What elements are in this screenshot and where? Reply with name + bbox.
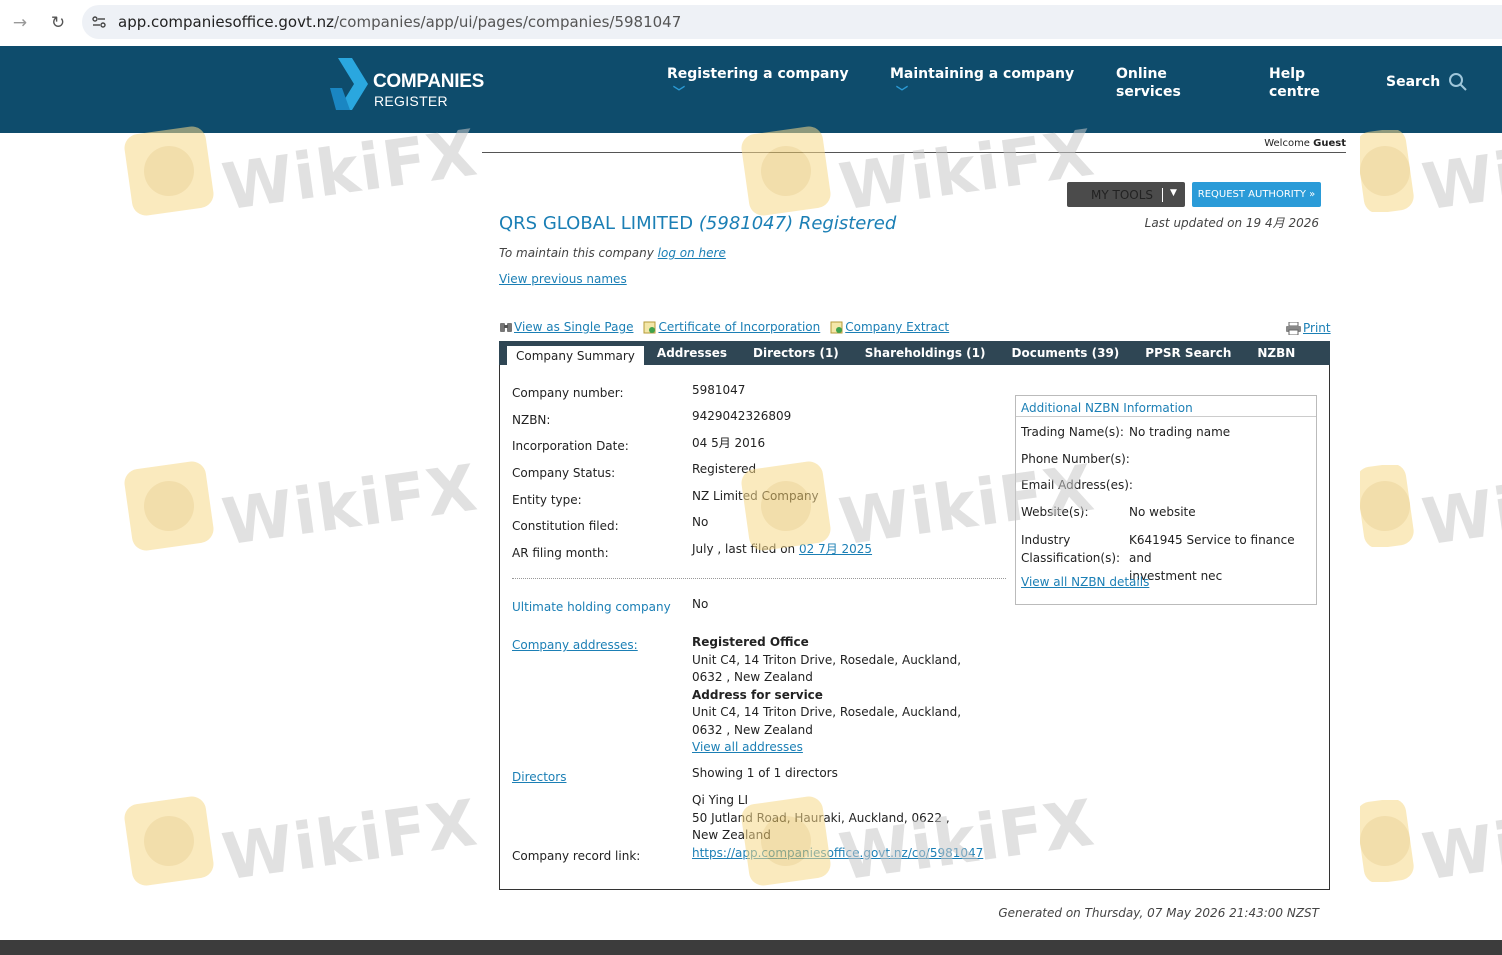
field-label: AR filing month: (512, 546, 609, 560)
wikifx-logo-icon (1360, 130, 1416, 212)
back-arrow-icon[interactable]: → (10, 13, 30, 33)
website-label: Website(s): (1021, 505, 1089, 519)
reload-icon[interactable]: ↻ (48, 13, 68, 33)
menu-online-services[interactable]: Online services (1116, 65, 1181, 101)
wikifx-logo-icon (122, 459, 216, 553)
wikifx-logo-icon (1360, 800, 1416, 882)
wikifx-logo-icon (122, 794, 216, 888)
directors-link[interactable]: Directors (512, 770, 566, 784)
tab-directors[interactable]: Directors (1) (740, 341, 852, 365)
tab-addresses[interactable]: Addresses (644, 341, 740, 365)
nzbn-value: 9429042326809 (692, 409, 792, 423)
ar-filing-value: July , last filed on 02 7月 2025 (692, 542, 873, 556)
field-label: Company Status: (512, 466, 616, 480)
field-label: NZBN: (512, 413, 551, 427)
company-number-value: 5981047 (692, 383, 746, 397)
incorporation-date-value: 04 5月 2016 (692, 436, 766, 450)
industry-label: Industry Classification(s): (1021, 533, 1121, 565)
generated-timestamp: Generated on Thursday, 07 May 2026 21:43… (998, 906, 1319, 920)
email-label: Email Address(es): (1021, 478, 1133, 492)
page-title: QRS GLOBAL LIMITED (5981047) Registered (499, 213, 897, 234)
nzbn-info-box: Additional NZBN Information Trading Name… (1015, 395, 1317, 605)
constitution-value: No (692, 515, 709, 529)
view-all-nzbn-link[interactable]: View all NZBN details (1021, 575, 1149, 589)
tab-nzbn[interactable]: NZBN (1244, 341, 1308, 365)
view-single-page-link[interactable]: View as Single Page (514, 320, 633, 334)
watermark: WikiFX (1360, 130, 1502, 212)
browser-toolbar: → ↻ app.companiesoffice.govt.nz/companie… (0, 0, 1502, 46)
view-all-addresses-link[interactable]: View all addresses (692, 740, 803, 754)
ultimate-holding-value: No (692, 597, 709, 611)
site-settings-icon[interactable] (91, 14, 107, 30)
tab-shareholdings[interactable]: Shareholdings (1) (852, 341, 999, 365)
company-status-value: Registered (692, 462, 757, 476)
chevron-down-icon: ﹀ (673, 85, 686, 99)
menu-maintaining[interactable]: Maintaining a company ﹀ (890, 65, 1074, 101)
logo-title: COMPANIES (373, 71, 484, 92)
industry-value: K641945 Service to finance and investmen… (1129, 533, 1295, 583)
extract-icon (830, 321, 843, 333)
phone-label: Phone Number(s): (1021, 452, 1130, 466)
company-record-link[interactable]: https://app.companiesoffice.govt.nz/co/5… (692, 845, 983, 863)
director-entry: Qi Ying LI 50 Jutland Road, Hauraki, Auc… (692, 793, 950, 842)
log-on-link[interactable]: log on here (658, 246, 726, 260)
addresses-block: Registered Office Unit C4, 14 Triton Dri… (692, 635, 962, 754)
wikifx-logo-icon (122, 124, 216, 218)
url-text: app.companiesoffice.govt.nz/companies/ap… (118, 13, 682, 31)
logo-chevron-icon (330, 58, 368, 110)
companies-register-logo[interactable]: COMPANIES REGISTER (330, 58, 500, 110)
field-label: Incorporation Date: (512, 439, 629, 453)
certificate-link[interactable]: Certificate of Incorporation (658, 320, 820, 334)
nzbn-info-title: Additional NZBN Information (1021, 401, 1193, 415)
trading-name-label: Trading Name(s): (1021, 425, 1124, 439)
watermark: WikiFX (1360, 800, 1502, 882)
watermark: WikiFX (1360, 465, 1502, 547)
ar-last-filed-link[interactable]: 02 7月 2025 (799, 542, 872, 556)
watermark: WikiFX (122, 787, 482, 895)
print-control[interactable]: Print (1286, 321, 1331, 335)
field-label: Constitution filed: (512, 519, 619, 533)
field-label: Company number: (512, 386, 624, 400)
request-authority-button[interactable]: REQUEST AUTHORITY » (1192, 182, 1321, 207)
website-value: No website (1129, 505, 1196, 519)
page-footer (0, 940, 1502, 955)
binoculars-icon (500, 322, 512, 332)
company-addresses-link[interactable]: Company addresses: (512, 638, 638, 652)
dropdown-arrow-icon: ▼ (1170, 188, 1177, 198)
document-links: View as Single Page Certificate of Incor… (499, 320, 959, 334)
maintain-note: To maintain this company log on here (499, 246, 726, 260)
my-tools-button[interactable]: MY TOOLS ▼ (1067, 182, 1185, 207)
menu-registering[interactable]: Registering a company ﹀ (667, 65, 849, 101)
tab-documents[interactable]: Documents (39) (999, 341, 1133, 365)
entity-type-value: NZ Limited Company (692, 489, 819, 503)
wikifx-logo-icon (1360, 465, 1416, 547)
search-icon (1449, 73, 1467, 91)
welcome-line: Welcome Guest (482, 138, 1346, 153)
watermark: WikiFX (122, 452, 482, 560)
divider (512, 578, 1006, 579)
header-search[interactable]: Search (1386, 72, 1468, 92)
tab-bar: Company Summary Addresses Directors (1) … (499, 341, 1330, 365)
tab-company-summary[interactable]: Company Summary (507, 346, 644, 365)
ultimate-holding-label: Ultimate holding company (512, 600, 671, 614)
menu-help-centre[interactable]: Help centre (1269, 65, 1320, 101)
logo-subtitle: REGISTER (374, 93, 448, 109)
view-previous-names-link[interactable]: View previous names (499, 272, 627, 286)
site-header: COMPANIES REGISTER Registering a company… (0, 46, 1502, 133)
directors-showing: Showing 1 of 1 directors (692, 766, 838, 780)
tab-ppsr-search[interactable]: PPSR Search (1132, 341, 1244, 365)
company-extract-link[interactable]: Company Extract (845, 320, 949, 334)
printer-icon (1286, 321, 1301, 335)
watermark: WikiFX (122, 117, 482, 225)
print-link[interactable]: Print (1303, 321, 1331, 335)
field-label: Entity type: (512, 493, 582, 507)
certificate-icon (643, 321, 656, 333)
chevron-down-icon: ﹀ (896, 85, 909, 99)
record-link-label: Company record link: (512, 849, 641, 863)
last-updated: Last updated on 19 4月 2026 (1144, 216, 1319, 230)
trading-name-value: No trading name (1129, 425, 1231, 439)
address-bar[interactable]: app.companiesoffice.govt.nz/companies/ap… (82, 5, 1502, 39)
